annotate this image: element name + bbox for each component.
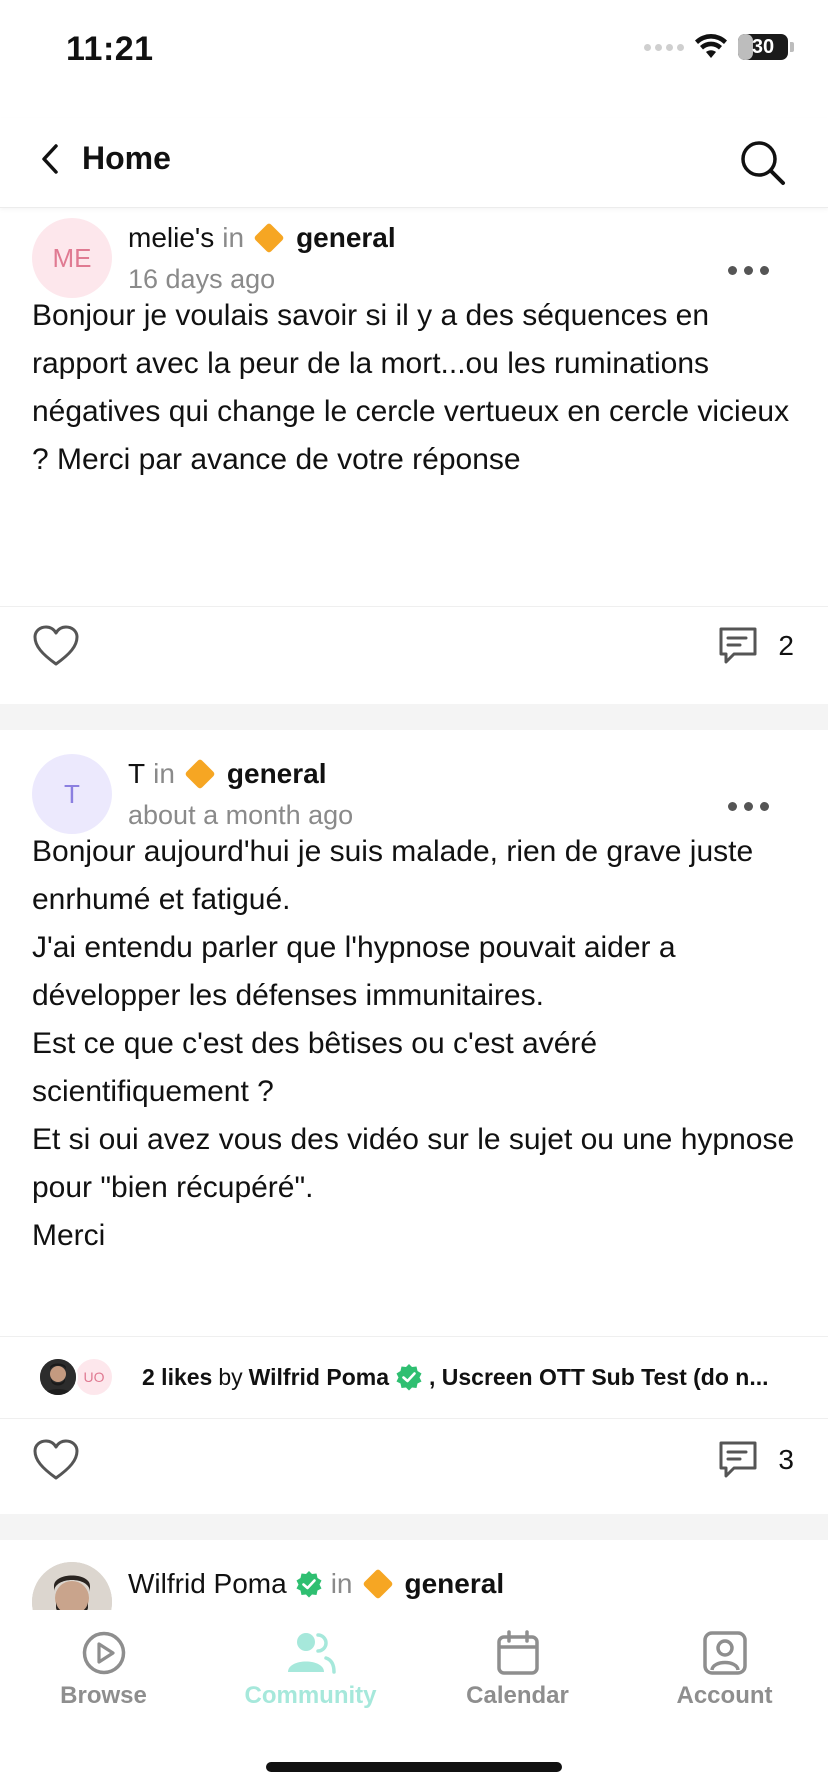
likes-text: 2 likes by Wilfrid Poma , Uscreen OTT Su…: [142, 1363, 769, 1391]
search-button[interactable]: [738, 138, 788, 188]
post-timestamp: about a month ago: [128, 800, 354, 830]
tab-community[interactable]: Community: [207, 1630, 414, 1710]
comment-icon: [719, 627, 757, 664]
back-button[interactable]: Home: [40, 140, 171, 177]
likes-summary[interactable]: UO 2 likes by Wilfrid Poma , Uscreen OTT…: [0, 1336, 828, 1418]
people-icon: [287, 1633, 336, 1674]
liker-avatar: UO: [74, 1357, 114, 1397]
verified-badge-icon: [396, 1364, 422, 1391]
channel-diamond-icon: [253, 222, 285, 254]
more-options-button[interactable]: [728, 796, 772, 816]
like-button[interactable]: [32, 624, 80, 668]
post-body-line: J'ai entendu parler que l'hypnose pouvai…: [32, 931, 676, 1012]
cellular-signal-icon: [644, 43, 684, 51]
post-separator: [0, 704, 828, 730]
tab-label: Calendar: [466, 1682, 569, 1709]
liker-name: Wilfrid Poma: [248, 1363, 389, 1390]
account-icon: [702, 1631, 747, 1675]
author-name[interactable]: T: [128, 758, 145, 790]
post-author-line: melie's in general: [128, 222, 396, 254]
post-body-line: Bonjour aujourd'hui je suis malade, rien…: [32, 835, 754, 916]
header-title: Home: [82, 140, 171, 176]
status-time: 11:21: [66, 30, 154, 68]
battery-percentage: 30: [751, 35, 775, 58]
like-button[interactable]: [32, 1438, 80, 1482]
verified-badge-icon: [296, 1571, 322, 1598]
channel-name[interactable]: general: [296, 222, 396, 254]
divider: [0, 1418, 828, 1419]
battery-icon: 30: [738, 34, 794, 60]
channel-name[interactable]: general: [405, 1568, 505, 1600]
tab-label: Community: [244, 1682, 377, 1709]
home-indicator[interactable]: [266, 1762, 562, 1772]
comments-button[interactable]: 3: [716, 1438, 794, 1482]
post-body-line: Et si oui avez vous des vidéo sur le suj…: [32, 1123, 795, 1204]
in-label: in: [330, 1568, 353, 1599]
channel-diamond-icon: [361, 1568, 394, 1600]
divider: [0, 606, 828, 607]
chevron-left-icon: [42, 143, 58, 174]
avatar[interactable]: ME: [32, 218, 112, 298]
channel-diamond-icon: [184, 758, 216, 790]
in-label: in: [222, 222, 245, 253]
more-options-button[interactable]: [728, 260, 772, 280]
liker-avatar: [38, 1357, 78, 1397]
channel-name[interactable]: general: [227, 758, 327, 790]
tab-account[interactable]: Account: [621, 1630, 828, 1710]
nav-header: Home: [0, 118, 828, 208]
heart-icon: [33, 625, 79, 666]
comment-count: 2: [778, 630, 794, 661]
heart-icon: [33, 1439, 79, 1480]
post-body: Bonjour aujourd'hui je suis malade, rien…: [32, 828, 802, 1260]
author-name[interactable]: Wilfrid Poma: [128, 1568, 287, 1600]
avatar[interactable]: T: [32, 754, 112, 834]
in-label: in: [153, 758, 175, 789]
play-circle-icon: [82, 1631, 125, 1675]
post-card: Wilfrid Poma in general: [0, 1540, 828, 1610]
status-bar: 11:21 30: [0, 0, 828, 100]
post-body: Bonjour je voulais savoir si il y a des …: [32, 299, 790, 476]
tab-calendar[interactable]: Calendar: [414, 1630, 621, 1710]
comment-icon: [719, 1441, 757, 1478]
post-separator: [0, 1514, 828, 1540]
calendar-icon: [496, 1630, 539, 1675]
post-body-line: Merci: [32, 1219, 106, 1252]
likes-by-label: by: [218, 1363, 243, 1390]
post-body-line: Est ce que c'est des bêtises ou c'est av…: [32, 1027, 598, 1108]
post-author-line: Wilfrid Poma in general: [128, 1568, 504, 1600]
comment-count: 3: [778, 1444, 794, 1475]
avatar[interactable]: [32, 1562, 112, 1610]
search-icon: [741, 141, 785, 185]
post-author-line: T in general: [128, 758, 327, 790]
community-feed[interactable]: ME melie's in general 16 days ago Bonjou…: [0, 210, 828, 1610]
post-timestamp: 16 days ago: [128, 264, 276, 294]
post-card: ME melie's in general 16 days ago Bonjou…: [0, 210, 828, 704]
tab-browse[interactable]: Browse: [0, 1630, 207, 1710]
likes-others: , Uscreen OTT Sub Test (do n...: [429, 1363, 769, 1390]
wifi-icon: [695, 34, 727, 58]
author-name[interactable]: melie's: [128, 222, 214, 254]
tab-label: Account: [676, 1682, 773, 1709]
liker-avatars: UO: [38, 1357, 114, 1397]
status-icons: 30: [644, 34, 794, 60]
likes-count: 2 likes: [142, 1363, 213, 1390]
comments-button[interactable]: 2: [716, 624, 794, 668]
tab-label: Browse: [60, 1682, 147, 1709]
